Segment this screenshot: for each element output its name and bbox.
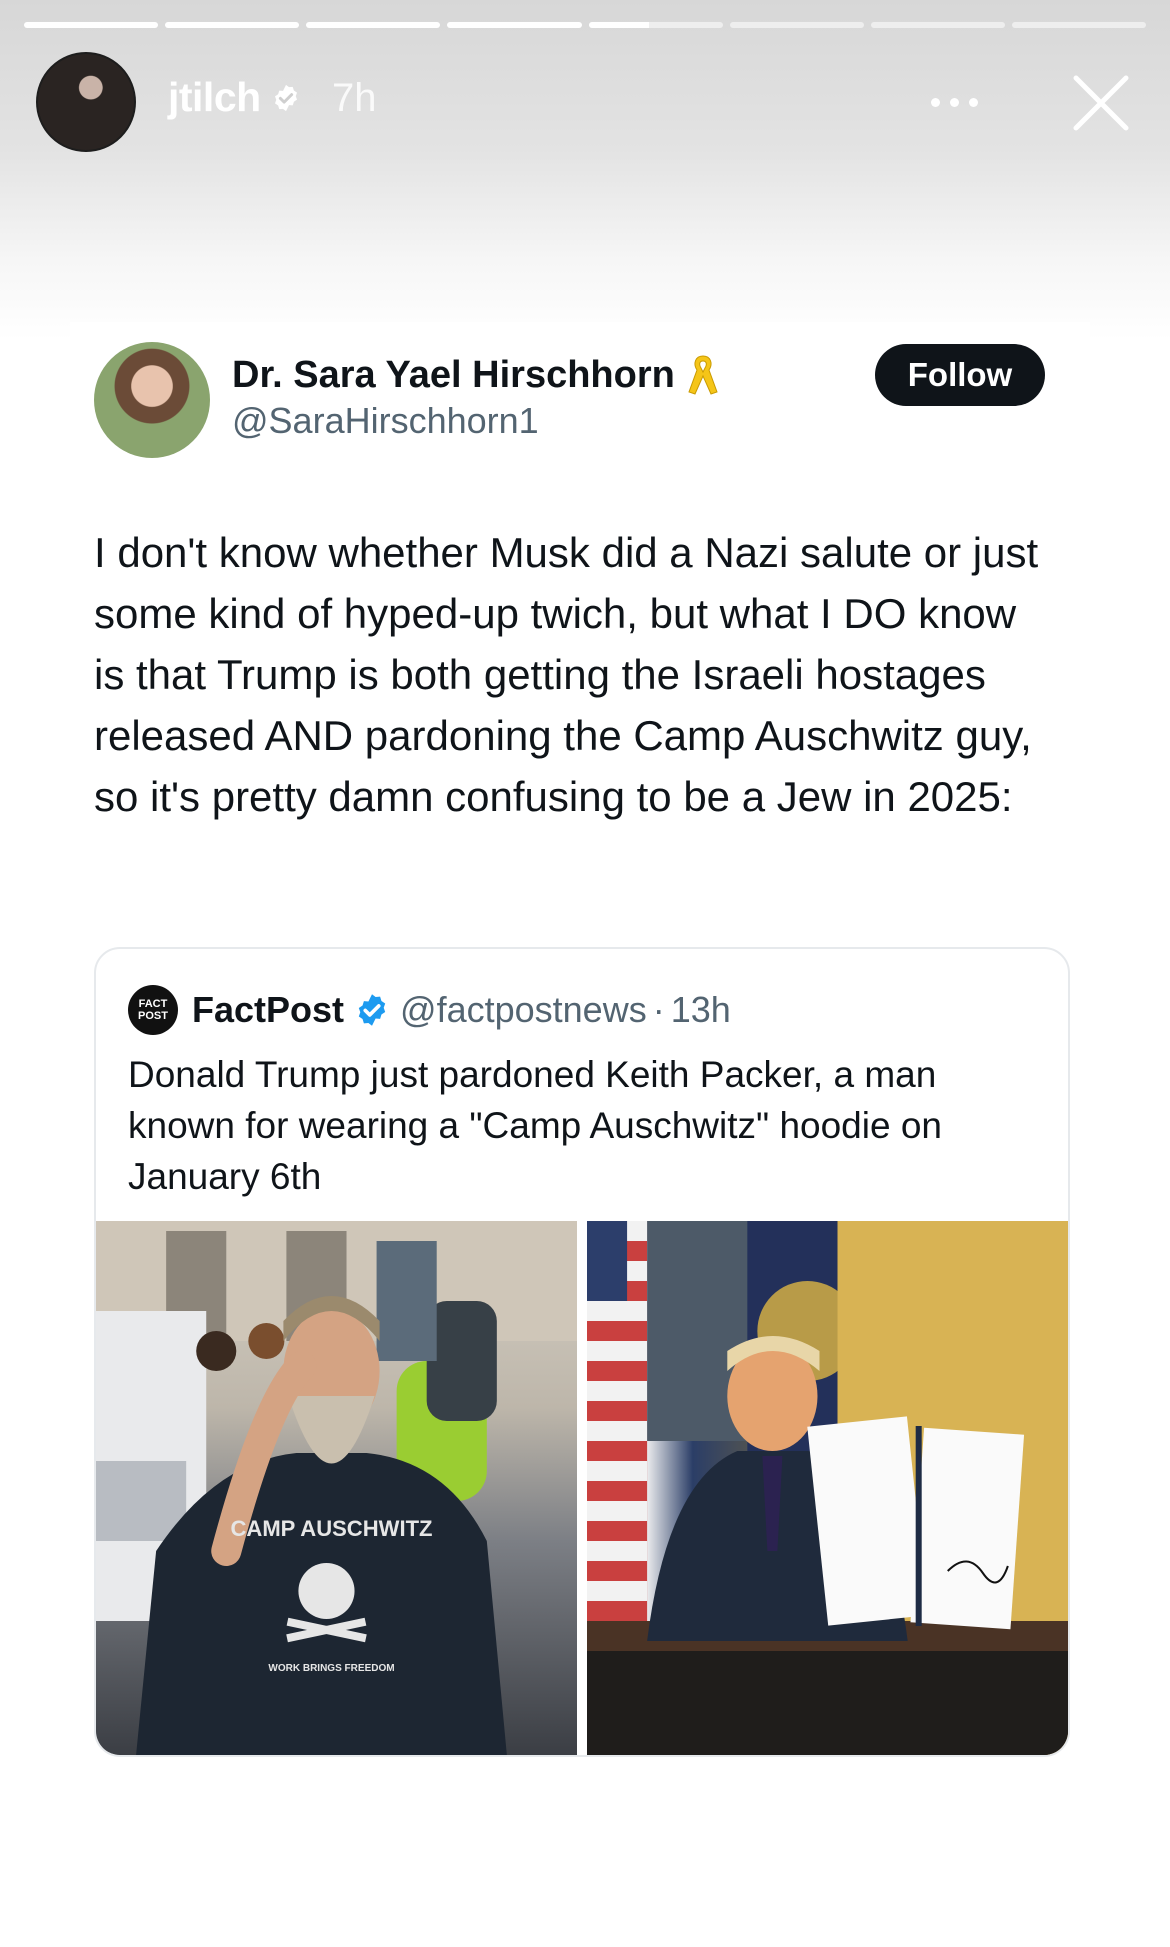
tweet-header: Dr. Sara Yael Hirschhorn @SaraHirschhorn… [70, 322, 1090, 462]
story-progress-bar [24, 22, 1146, 28]
quoted-author-name[interactable]: FactPost [192, 989, 344, 1031]
yellow-ribbon-icon [688, 355, 718, 395]
quoted-tweet-header: FACT POST FactPost @factpostnews · 13h [128, 985, 731, 1035]
hoodie-text: CAMP AUSCHWITZ [230, 1516, 432, 1541]
progress-segment-8 [1011, 22, 1146, 28]
more-options-icon[interactable] [924, 82, 984, 122]
story-username-row[interactable]: jtilch [168, 74, 301, 121]
tweet-author-avatar[interactable] [94, 342, 210, 458]
separator-dot: · [652, 989, 665, 1030]
photo-oval-office[interactable] [587, 1221, 1068, 1755]
factpost-logo[interactable]: FACT POST [128, 985, 178, 1035]
progress-segment-1 [24, 22, 159, 28]
progress-segment-3 [306, 22, 441, 28]
quoted-media: CAMP AUSCHWITZ WORK BRINGS FREEDOM [96, 1221, 1068, 1755]
verified-badge-icon [358, 994, 386, 1026]
progress-segment-7 [870, 22, 1005, 28]
close-icon[interactable] [1068, 70, 1134, 136]
tweet-card[interactable]: Dr. Sara Yael Hirschhorn @SaraHirschhorn… [70, 322, 1090, 1757]
story-username[interactable]: jtilch [168, 74, 261, 121]
tweet-author-name-row[interactable]: Dr. Sara Yael Hirschhorn [232, 352, 721, 398]
quoted-time: 13h [670, 989, 731, 1030]
progress-segment-2 [165, 22, 300, 28]
story-header: jtilch 7h [36, 52, 1134, 152]
factpost-logo-line-2: POST [138, 1010, 168, 1022]
progress-segment-6 [729, 22, 864, 28]
progress-segment-4 [447, 22, 582, 28]
photo-capitol-man[interactable]: CAMP AUSCHWITZ WORK BRINGS FREEDOM [96, 1221, 577, 1755]
factpost-logo-line-1: FACT [138, 998, 168, 1010]
quoted-tweet[interactable]: FACT POST FactPost @factpostnews · 13h D… [94, 947, 1070, 1757]
tweet-author-handle[interactable]: @SaraHirschhorn1 [232, 400, 539, 442]
hoodie-subtext: WORK BRINGS FREEDOM [268, 1663, 394, 1674]
verified-badge-icon [274, 84, 297, 111]
story-avatar[interactable] [36, 52, 136, 152]
quoted-author-handle[interactable]: @factpostnews [400, 989, 647, 1031]
quoted-tweet-text: Donald Trump just pardoned Keith Packer,… [128, 1054, 942, 1197]
tweet-text: I don't know whether Musk did a Nazi sal… [94, 529, 1039, 820]
follow-button[interactable]: Follow [875, 344, 1045, 406]
story-time: 7h [332, 76, 377, 120]
tweet-author-name[interactable]: Dr. Sara Yael Hirschhorn [232, 354, 675, 397]
progress-segment-5 [588, 22, 723, 28]
